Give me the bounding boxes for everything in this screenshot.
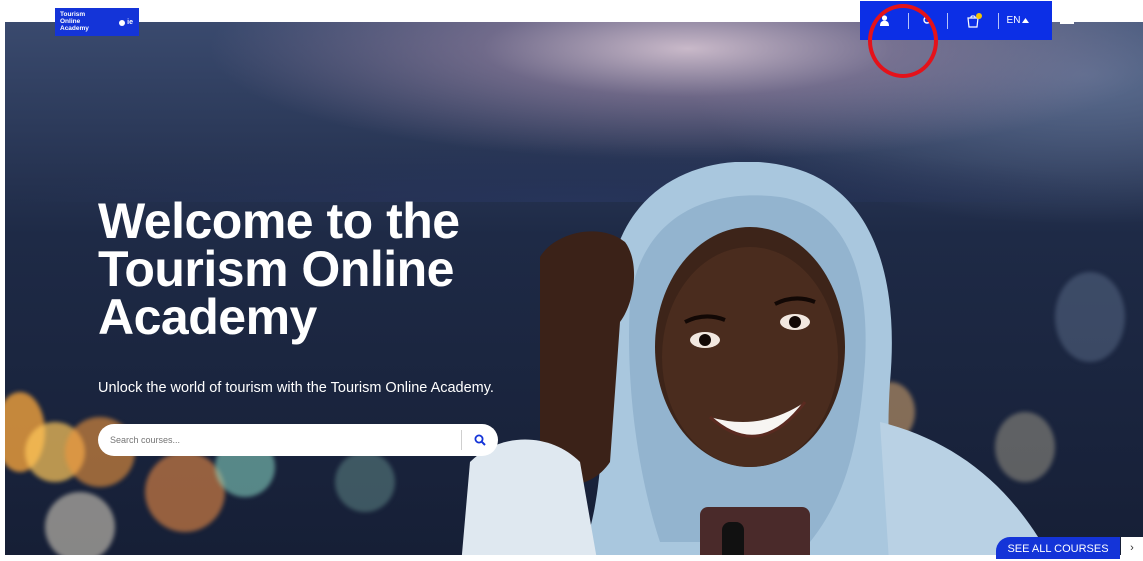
bokeh-light xyxy=(335,452,395,512)
hero-section: Welcome to the Tourism Online Academy Un… xyxy=(5,22,1143,555)
menu-button[interactable] xyxy=(1060,12,1078,28)
hero-title: Welcome to the Tourism Online Academy xyxy=(98,193,460,345)
search-input[interactable] xyxy=(98,434,450,446)
course-search-bar xyxy=(98,424,498,456)
menu-icon xyxy=(1060,17,1068,19)
bokeh-light xyxy=(45,492,115,555)
caret-up-icon xyxy=(1022,18,1030,23)
bokeh-light xyxy=(145,452,225,532)
partner-logos: ie xyxy=(119,19,133,26)
search-submit-button[interactable] xyxy=(462,424,498,456)
menu-icon xyxy=(1060,22,1074,24)
logo-text-line: Academy xyxy=(60,25,89,32)
hero-subtitle: Unlock the world of tourism with the Tou… xyxy=(98,380,494,396)
language-selector[interactable]: EN xyxy=(999,1,1037,40)
highlight-annotation-circle xyxy=(868,4,938,78)
woman-photo xyxy=(461,162,1049,555)
language-label: EN xyxy=(1006,15,1021,26)
partner-logo-icon xyxy=(119,19,126,26)
site-logo[interactable]: Tourism Online Academy ie xyxy=(55,8,139,36)
partner-logo-icon: ie xyxy=(127,19,133,26)
cart-badge xyxy=(976,13,982,19)
cart-button[interactable] xyxy=(948,1,998,40)
menu-icon xyxy=(1060,12,1074,14)
search-icon xyxy=(474,434,486,446)
see-all-courses-button[interactable]: SEE ALL COURSES xyxy=(996,537,1120,559)
logo-text-line: Tourism xyxy=(60,11,86,18)
chevron-right-icon[interactable]: › xyxy=(1121,537,1143,559)
